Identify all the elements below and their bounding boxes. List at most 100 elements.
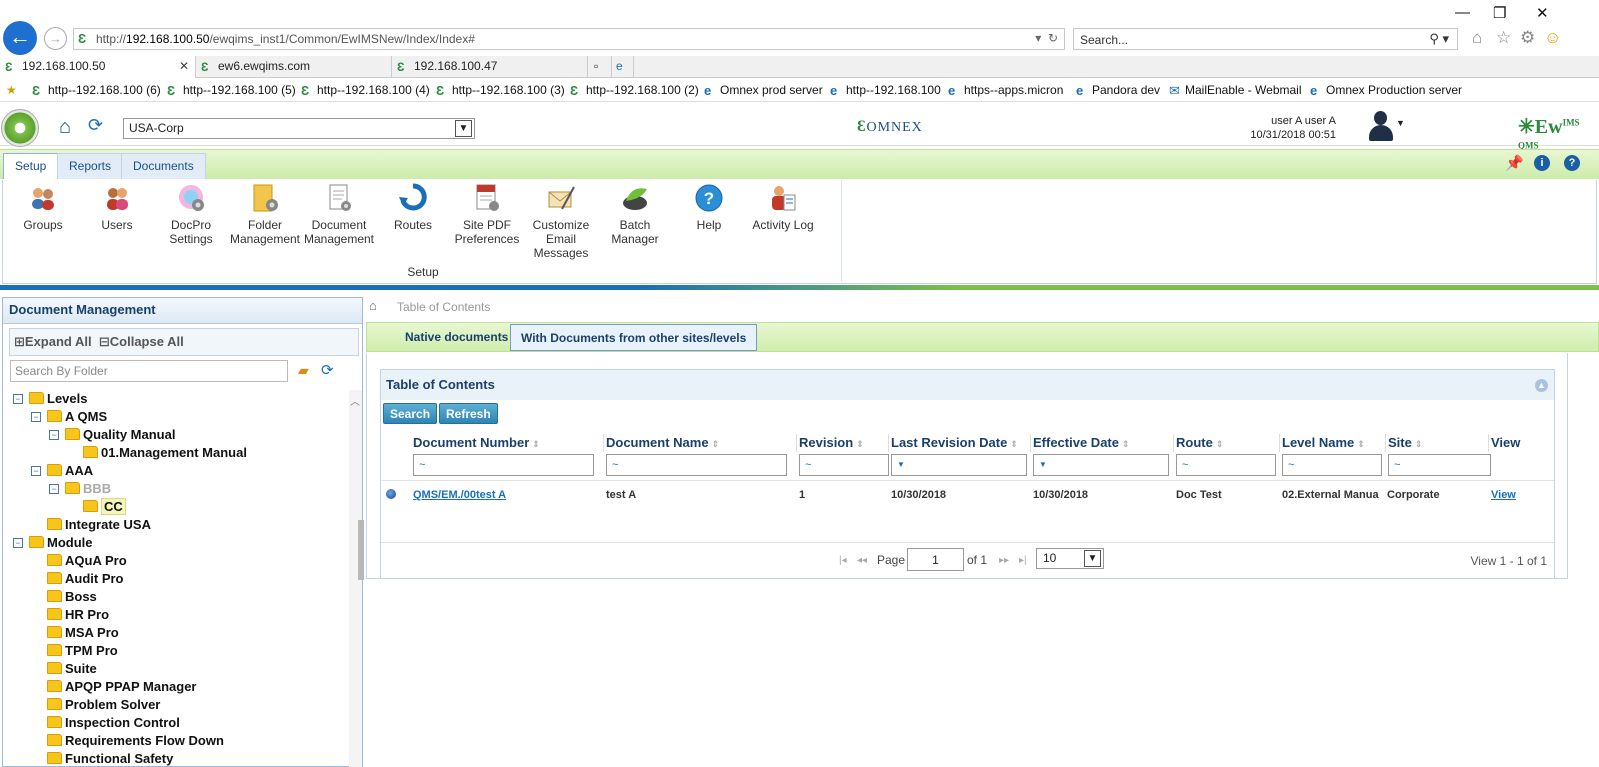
collapse-toggle-icon[interactable]: − [49, 430, 59, 440]
tab-close-icon[interactable]: ✕ [179, 56, 189, 77]
sort-icon[interactable]: ⇕ [856, 439, 864, 449]
tree-node[interactable]: − BBB [49, 480, 111, 498]
address-controls[interactable]: ▾ ↻ [1035, 31, 1058, 45]
smiley-icon[interactable]: ☺ [1544, 28, 1561, 48]
refresh-button[interactable]: Refresh [439, 403, 498, 424]
users-button[interactable]: Users [80, 183, 154, 232]
collapse-panel-icon[interactable]: ▲ [1535, 379, 1548, 392]
tree-node[interactable]: Audit Pro [47, 570, 124, 588]
settings-gear-icon[interactable]: ⚙ [1520, 28, 1535, 48]
batch-manager-button[interactable]: Batch Manager [598, 183, 672, 246]
avatar-icon[interactable] [1368, 110, 1394, 142]
tree-node[interactable]: − Levels [13, 390, 87, 408]
search-icon[interactable]: ⚲ ▾ [1429, 31, 1449, 47]
filter-last-revision-date[interactable]: ▼ [891, 454, 1027, 476]
browser-tab-3[interactable]: Ɛ 192.168.100.47 [392, 56, 588, 78]
filter-route[interactable]: ~ [1176, 454, 1276, 476]
help-button[interactable]: ? Help [672, 183, 746, 232]
ie-icon[interactable]: e [612, 56, 634, 78]
sort-icon[interactable]: ⇕ [1216, 439, 1224, 449]
search-button[interactable]: Search [383, 403, 438, 424]
favorite-link[interactable]: Ɛhttp--192.168.100 (6) [32, 83, 161, 98]
collapse-toggle-icon[interactable]: − [31, 466, 41, 476]
back-arrow-icon[interactable]: ← [3, 21, 37, 55]
pin-icon[interactable]: 📌 [1505, 154, 1524, 172]
tree-node[interactable]: − Module [13, 534, 93, 552]
customize-email-messages-button[interactable]: Customize Email Messages [524, 183, 598, 260]
next-page-icon[interactable]: ▸▸ [999, 555, 1009, 566]
tree-node[interactable]: − AAA [31, 462, 93, 480]
tree-node-selected[interactable]: CC [83, 498, 126, 516]
favorite-link[interactable]: e https--apps.micron [948, 83, 1063, 98]
home-icon[interactable]: ⌂ [59, 116, 71, 139]
chevron-down-icon[interactable]: ▼ [455, 120, 472, 137]
sort-icon[interactable]: ⇕ [1415, 439, 1423, 449]
tree-node[interactable]: Requirements Flow Down [47, 732, 224, 750]
breadcrumb-item[interactable]: Table of Contents [397, 300, 490, 314]
tree-node[interactable]: Problem Solver [47, 696, 160, 714]
favorite-link[interactable]: ✉ MailEnable - Webmail [1169, 83, 1302, 98]
tab-documents[interactable]: Documents [121, 153, 206, 179]
column-header-document-name[interactable]: Document Name ⇕ [604, 434, 797, 452]
home-icon[interactable]: ⌂ [1472, 28, 1482, 48]
tree-node[interactable]: − Quality Manual [49, 426, 175, 444]
tree-node[interactable]: Functional Safety [47, 750, 173, 767]
favorite-link[interactable]: e Omnex Production server [1310, 83, 1462, 98]
favorite-link[interactable]: Ɛhttp--192.168.100 (3) [436, 83, 565, 98]
sort-icon[interactable]: ⇕ [1122, 439, 1130, 449]
minimize-icon[interactable]: — [1455, 4, 1470, 21]
last-page-icon[interactable]: ▸| [1019, 555, 1027, 566]
column-header-site[interactable]: Site ⇕ [1386, 434, 1489, 452]
column-header-document-number[interactable]: Document Number ⇕ [411, 434, 604, 452]
site-select[interactable]: USA-Corp ▼ [123, 118, 475, 139]
view-link[interactable]: View [1491, 484, 1551, 506]
column-header-level-name[interactable]: Level Name ⇕ [1280, 434, 1386, 452]
dropdown-icon[interactable]: ▾ [1035, 31, 1041, 45]
refresh-icon[interactable]: ⟳ [88, 115, 103, 136]
filter-document-number[interactable]: ~ [413, 454, 594, 476]
column-header-revision[interactable]: Revision ⇕ [797, 434, 889, 452]
tree-node[interactable]: Integrate USA [47, 516, 151, 534]
info-icon[interactable]: i [1534, 155, 1550, 171]
sort-icon[interactable]: ⇕ [712, 439, 720, 449]
filter-site[interactable]: ~ [1388, 454, 1491, 476]
filter-revision[interactable]: ~ [799, 454, 889, 476]
favorite-link[interactable]: Ɛhttp--192.168.100 (4) [301, 83, 430, 98]
tree-node[interactable]: APQP PPAP Manager [47, 678, 197, 696]
app-menu-logo-icon[interactable] [1, 109, 39, 147]
row-status-icon[interactable] [386, 489, 396, 499]
forward-arrow-icon[interactable]: → [44, 27, 67, 50]
page-number-input[interactable]: 1 [907, 548, 964, 571]
column-header-effective-date[interactable]: Effective Date ⇕ [1031, 434, 1174, 452]
favorite-link[interactable]: e Omnex prod server [704, 83, 823, 98]
tree-node[interactable]: Suite [47, 660, 97, 678]
document-management-button[interactable]: Document Management [302, 183, 376, 246]
chevron-down-icon[interactable]: ▼ [1084, 550, 1101, 567]
filter-effective-date[interactable]: ▼ [1033, 454, 1169, 476]
favorite-link[interactable]: Ɛhttp--192.168.100 (5) [167, 83, 296, 98]
favorites-star-icon[interactable]: ☆ [1496, 28, 1511, 48]
close-window-icon[interactable]: ✕ [1536, 4, 1549, 22]
tab-native-documents[interactable]: Native documents [395, 324, 518, 351]
column-header-last-revision-date[interactable]: Last Revision Date ⇕ [889, 434, 1031, 452]
tree-node[interactable]: MSA Pro [47, 624, 119, 642]
breadcrumb-home-icon[interactable]: ⌂ [369, 298, 377, 313]
tree-node[interactable]: Inspection Control [47, 714, 180, 732]
column-header-route[interactable]: Route ⇕ [1174, 434, 1280, 452]
sort-icon[interactable]: ⇕ [1010, 439, 1018, 449]
tree-node[interactable]: TPM Pro [47, 642, 118, 660]
tree-node[interactable]: HR Pro [47, 606, 109, 624]
folder-management-button[interactable]: Folder Management [228, 183, 302, 246]
filter-document-name[interactable]: ~ [606, 454, 787, 476]
browser-tab-2[interactable]: Ɛ ew6.ewqims.com [196, 56, 392, 78]
tab-other-sites-documents[interactable]: With Documents from other sites/levels [510, 324, 758, 351]
activity-log-button[interactable]: Activity Log [746, 183, 820, 232]
folder-search-icon[interactable]: ▰ [298, 362, 309, 379]
folder-search-input[interactable]: Search By Folder [10, 360, 288, 382]
sort-icon[interactable]: ⇕ [1357, 439, 1365, 449]
page-size-select[interactable]: 10 ▼ [1036, 548, 1104, 569]
help-icon[interactable]: ? [1564, 155, 1580, 171]
docpro-settings-button[interactable]: DocPro Settings [154, 183, 228, 246]
tree-node[interactable]: − A QMS [31, 408, 107, 426]
cell-document-number[interactable]: QMS/EM./00test A [413, 484, 603, 506]
